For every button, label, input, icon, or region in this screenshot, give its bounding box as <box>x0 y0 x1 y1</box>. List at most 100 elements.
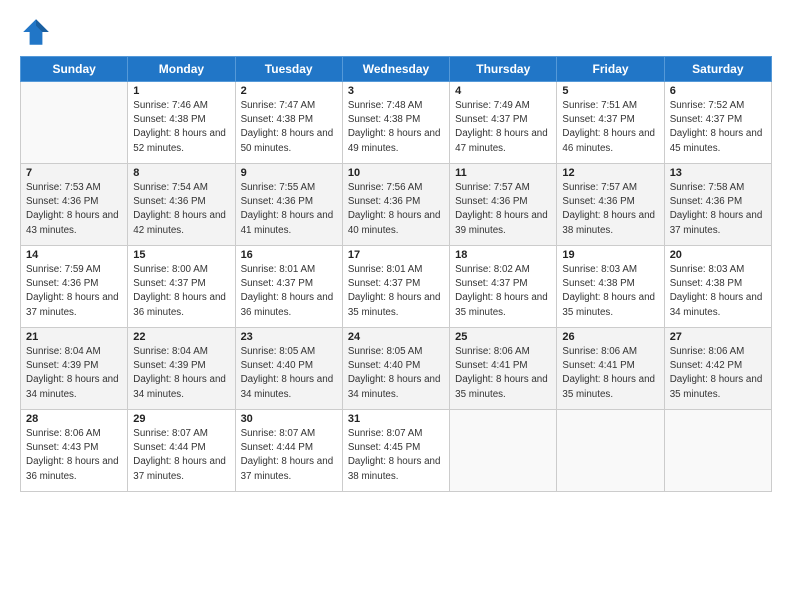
day-number: 18 <box>455 249 551 261</box>
calendar-cell: 11Sunrise: 7:57 AMSunset: 4:36 PMDayligh… <box>450 164 557 246</box>
day-number: 30 <box>241 413 337 425</box>
cell-info: Sunrise: 7:52 AMSunset: 4:37 PMDaylight:… <box>670 99 766 156</box>
calendar-cell: 13Sunrise: 7:58 AMSunset: 4:36 PMDayligh… <box>664 164 771 246</box>
calendar-cell: 3 Sunrise: 7:48 AMSunset: 4:38 PMDaylight… <box>342 82 449 164</box>
calendar-cell <box>664 410 771 492</box>
logo <box>20 16 58 48</box>
calendar-cell: 4 Sunrise: 7:49 AMSunset: 4:37 PMDaylight… <box>450 82 557 164</box>
day-number: 9 <box>241 167 337 179</box>
day-number: 15 <box>133 249 229 261</box>
day-number: 21 <box>26 331 122 343</box>
cell-info: Sunrise: 8:02 AMSunset: 4:37 PMDaylight:… <box>455 263 551 320</box>
day-number: 4 <box>455 85 551 97</box>
day-number: 3 <box>348 85 444 97</box>
cell-info: Sunrise: 8:06 AMSunset: 4:43 PMDaylight:… <box>26 427 122 484</box>
cell-info: Sunrise: 8:05 AMSunset: 4:40 PMDaylight:… <box>348 345 444 402</box>
day-number: 8 <box>133 167 229 179</box>
cell-info: Sunrise: 8:07 AMSunset: 4:44 PMDaylight:… <box>241 427 337 484</box>
calendar-week-row: 21 Sunrise: 8:04 AMSunset: 4:39 PMDayligh… <box>21 328 772 410</box>
calendar-cell: 27Sunrise: 8:06 AMSunset: 4:42 PMDayligh… <box>664 328 771 410</box>
day-number: 19 <box>562 249 658 261</box>
calendar-cell: 2 Sunrise: 7:47 AMSunset: 4:38 PMDaylight… <box>235 82 342 164</box>
header <box>20 16 772 48</box>
calendar-week-row: 28 Sunrise: 8:06 AMSunset: 4:43 PMDayligh… <box>21 410 772 492</box>
day-number: 6 <box>670 85 766 97</box>
calendar-weekday-thursday: Thursday <box>450 57 557 82</box>
cell-info: Sunrise: 8:01 AMSunset: 4:37 PMDaylight:… <box>348 263 444 320</box>
cell-info: Sunrise: 7:51 AMSunset: 4:37 PMDaylight:… <box>562 99 658 156</box>
cell-info: Sunrise: 7:58 AMSunset: 4:36 PMDaylight:… <box>670 181 766 238</box>
calendar-table: SundayMondayTuesdayWednesdayThursdayFrid… <box>20 56 772 492</box>
cell-info: Sunrise: 7:55 AMSunset: 4:36 PMDaylight:… <box>241 181 337 238</box>
cell-info: Sunrise: 8:03 AMSunset: 4:38 PMDaylight:… <box>562 263 658 320</box>
calendar-weekday-tuesday: Tuesday <box>235 57 342 82</box>
day-number: 20 <box>670 249 766 261</box>
cell-info: Sunrise: 7:48 AMSunset: 4:38 PMDaylight:… <box>348 99 444 156</box>
day-number: 31 <box>348 413 444 425</box>
cell-info: Sunrise: 8:07 AMSunset: 4:44 PMDaylight:… <box>133 427 229 484</box>
cell-info: Sunrise: 8:07 AMSunset: 4:45 PMDaylight:… <box>348 427 444 484</box>
cell-info: Sunrise: 8:05 AMSunset: 4:40 PMDaylight:… <box>241 345 337 402</box>
day-number: 25 <box>455 331 551 343</box>
calendar-cell: 5 Sunrise: 7:51 AMSunset: 4:37 PMDaylight… <box>557 82 664 164</box>
calendar-cell <box>450 410 557 492</box>
calendar-cell: 21Sunrise: 8:04 AMSunset: 4:39 PMDayligh… <box>21 328 128 410</box>
day-number: 7 <box>26 167 122 179</box>
calendar-cell: 7Sunrise: 7:53 AMSunset: 4:36 PMDaylight… <box>21 164 128 246</box>
day-number: 5 <box>562 85 658 97</box>
day-number: 29 <box>133 413 229 425</box>
day-number: 23 <box>241 331 337 343</box>
calendar-week-row: 7Sunrise: 7:53 AMSunset: 4:36 PMDaylight… <box>21 164 772 246</box>
cell-info: Sunrise: 7:59 AMSunset: 4:36 PMDaylight:… <box>26 263 122 320</box>
calendar-cell: 18 Sunrise: 8:02 AMSunset: 4:37 PMDayligh… <box>450 246 557 328</box>
cell-info: Sunrise: 7:57 AMSunset: 4:36 PMDaylight:… <box>455 181 551 238</box>
calendar-cell: 31 Sunrise: 8:07 AMSunset: 4:45 PMDayligh… <box>342 410 449 492</box>
calendar-cell: 12Sunrise: 7:57 AMSunset: 4:36 PMDayligh… <box>557 164 664 246</box>
cell-info: Sunrise: 8:00 AMSunset: 4:37 PMDaylight:… <box>133 263 229 320</box>
calendar-cell: 24 Sunrise: 8:05 AMSunset: 4:40 PMDayligh… <box>342 328 449 410</box>
cell-info: Sunrise: 7:46 AMSunset: 4:38 PMDaylight:… <box>133 99 229 156</box>
calendar-cell: 8 Sunrise: 7:54 AMSunset: 4:36 PMDaylight… <box>128 164 235 246</box>
day-number: 28 <box>26 413 122 425</box>
cell-info: Sunrise: 7:56 AMSunset: 4:36 PMDaylight:… <box>348 181 444 238</box>
day-number: 16 <box>241 249 337 261</box>
calendar-week-row: 1 Sunrise: 7:46 AMSunset: 4:38 PMDaylight… <box>21 82 772 164</box>
calendar-cell: 23 Sunrise: 8:05 AMSunset: 4:40 PMDayligh… <box>235 328 342 410</box>
calendar-cell <box>557 410 664 492</box>
calendar-cell: 20 Sunrise: 8:03 AMSunset: 4:38 PMDayligh… <box>664 246 771 328</box>
page: SundayMondayTuesdayWednesdayThursdayFrid… <box>0 0 792 612</box>
cell-info: Sunrise: 7:47 AMSunset: 4:38 PMDaylight:… <box>241 99 337 156</box>
calendar-cell: 14 Sunrise: 7:59 AMSunset: 4:36 PMDayligh… <box>21 246 128 328</box>
calendar-cell: 28 Sunrise: 8:06 AMSunset: 4:43 PMDayligh… <box>21 410 128 492</box>
cell-info: Sunrise: 7:49 AMSunset: 4:37 PMDaylight:… <box>455 99 551 156</box>
cell-info: Sunrise: 8:03 AMSunset: 4:38 PMDaylight:… <box>670 263 766 320</box>
cell-info: Sunrise: 7:54 AMSunset: 4:36 PMDaylight:… <box>133 181 229 238</box>
calendar-weekday-saturday: Saturday <box>664 57 771 82</box>
calendar-weekday-monday: Monday <box>128 57 235 82</box>
calendar-week-row: 14 Sunrise: 7:59 AMSunset: 4:36 PMDayligh… <box>21 246 772 328</box>
cell-info: Sunrise: 8:01 AMSunset: 4:37 PMDaylight:… <box>241 263 337 320</box>
cell-info: Sunrise: 8:06 AMSunset: 4:42 PMDaylight:… <box>670 345 766 402</box>
calendar-cell: 16 Sunrise: 8:01 AMSunset: 4:37 PMDayligh… <box>235 246 342 328</box>
day-number: 12 <box>562 167 658 179</box>
calendar-cell: 26Sunrise: 8:06 AMSunset: 4:41 PMDayligh… <box>557 328 664 410</box>
cell-info: Sunrise: 8:04 AMSunset: 4:39 PMDaylight:… <box>133 345 229 402</box>
calendar-cell: 17 Sunrise: 8:01 AMSunset: 4:37 PMDayligh… <box>342 246 449 328</box>
calendar-header-row: SundayMondayTuesdayWednesdayThursdayFrid… <box>21 57 772 82</box>
calendar-cell: 6 Sunrise: 7:52 AMSunset: 4:37 PMDaylight… <box>664 82 771 164</box>
logo-icon <box>20 16 52 48</box>
calendar-cell: 19 Sunrise: 8:03 AMSunset: 4:38 PMDayligh… <box>557 246 664 328</box>
day-number: 2 <box>241 85 337 97</box>
day-number: 10 <box>348 167 444 179</box>
calendar-cell: 9 Sunrise: 7:55 AMSunset: 4:36 PMDaylight… <box>235 164 342 246</box>
day-number: 24 <box>348 331 444 343</box>
day-number: 22 <box>133 331 229 343</box>
day-number: 17 <box>348 249 444 261</box>
day-number: 26 <box>562 331 658 343</box>
day-number: 1 <box>133 85 229 97</box>
day-number: 14 <box>26 249 122 261</box>
calendar-cell: 25 Sunrise: 8:06 AMSunset: 4:41 PMDayligh… <box>450 328 557 410</box>
calendar-weekday-wednesday: Wednesday <box>342 57 449 82</box>
cell-info: Sunrise: 8:06 AMSunset: 4:41 PMDaylight:… <box>455 345 551 402</box>
calendar-cell <box>21 82 128 164</box>
